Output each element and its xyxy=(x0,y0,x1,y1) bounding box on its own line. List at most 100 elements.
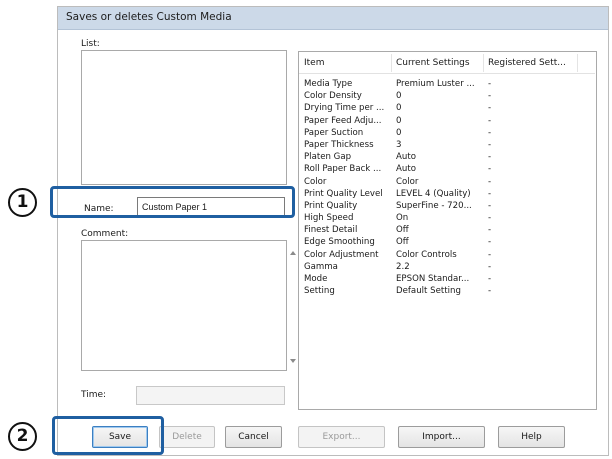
table-row[interactable]: Setting Default Setting - xyxy=(299,285,595,297)
import-button[interactable]: Import... xyxy=(398,426,485,448)
registered-cell: - xyxy=(488,91,492,102)
registered-cell: - xyxy=(488,139,492,150)
table-row[interactable]: Mode EPSON Standar... - xyxy=(299,273,595,285)
registered-cell: - xyxy=(488,188,492,199)
column-divider[interactable] xyxy=(577,54,578,72)
item-cell: Edge Smoothing xyxy=(304,237,375,248)
item-cell: Paper Suction xyxy=(304,127,364,138)
current-cell: Auto xyxy=(396,164,416,175)
custom-media-dialog: Saves or deletes Custom Media List: Name… xyxy=(57,6,609,456)
item-cell: Finest Detail xyxy=(304,225,358,236)
registered-cell: - xyxy=(488,176,492,187)
item-cell: Mode xyxy=(304,274,328,284)
table-row[interactable]: Edge Smoothing Off - xyxy=(299,236,595,248)
item-cell: Drying Time per ... xyxy=(304,103,385,114)
table-row[interactable]: Paper Thickness 3 - xyxy=(299,139,595,151)
current-cell: On xyxy=(396,213,409,224)
table-row[interactable]: Paper Suction 0 - xyxy=(299,127,595,139)
table-row[interactable]: Media Type Premium Luster ... - xyxy=(299,78,595,90)
column-header-registered[interactable]: Registered Sett... xyxy=(488,58,566,68)
item-cell: Gamma xyxy=(304,261,338,272)
dialog-title: Saves or deletes Custom Media xyxy=(66,11,232,23)
time-label: Time: xyxy=(81,390,107,400)
item-cell: Roll Paper Back ... xyxy=(304,164,382,175)
item-cell: Setting xyxy=(304,286,335,297)
current-cell: SuperFine - 720... xyxy=(396,200,472,211)
delete-button[interactable]: Delete xyxy=(159,426,215,448)
registered-cell: - xyxy=(488,274,492,284)
current-cell: 3 xyxy=(396,139,402,150)
table-row[interactable]: Finest Detail Off - xyxy=(299,224,595,236)
current-cell: Off xyxy=(396,225,409,236)
item-cell: Color Density xyxy=(304,91,362,102)
name-field-highlight xyxy=(50,186,295,218)
registered-cell: - xyxy=(488,115,492,126)
current-cell: EPSON Standar... xyxy=(396,274,470,284)
media-list[interactable] xyxy=(81,50,287,185)
item-cell: Platen Gap xyxy=(304,152,352,163)
current-cell: 0 xyxy=(396,115,402,126)
table-row[interactable]: Platen Gap Auto - xyxy=(299,151,595,163)
scroll-up-icon[interactable] xyxy=(290,251,296,255)
current-cell: Default Setting xyxy=(396,286,461,297)
current-cell: LEVEL 4 (Quality) xyxy=(396,188,471,199)
table-header: Item Current Settings Registered Sett... xyxy=(299,52,595,74)
current-cell: 0 xyxy=(396,127,402,138)
settings-table[interactable]: Item Current Settings Registered Sett...… xyxy=(298,51,597,410)
comment-label: Comment: xyxy=(81,229,129,239)
registered-cell: - xyxy=(488,79,492,89)
step-2-marker: 2 xyxy=(8,422,37,451)
registered-cell: - xyxy=(488,225,492,236)
time-field xyxy=(136,386,285,405)
registered-cell: - xyxy=(488,164,492,175)
registered-cell: - xyxy=(488,237,492,248)
table-row[interactable]: Color Color - xyxy=(299,176,595,188)
table-row[interactable]: Print Quality Level LEVEL 4 (Quality) - xyxy=(299,188,595,200)
current-cell: Color xyxy=(396,176,419,187)
export-button[interactable]: Export... xyxy=(298,426,385,448)
table-row[interactable]: Color Density 0 - xyxy=(299,90,595,102)
table-row[interactable]: Paper Feed Adju... 0 - xyxy=(299,115,595,127)
current-cell: 0 xyxy=(396,91,402,102)
item-cell: Color Adjustment xyxy=(304,249,379,260)
table-row[interactable]: High Speed On - xyxy=(299,212,595,224)
table-row[interactable]: Color Adjustment Color Controls - xyxy=(299,249,595,261)
current-cell: 0 xyxy=(396,103,402,114)
save-button-highlight xyxy=(52,416,164,455)
step-1-marker: 1 xyxy=(8,188,37,217)
table-row[interactable]: Roll Paper Back ... Auto - xyxy=(299,163,595,175)
registered-cell: - xyxy=(488,103,492,114)
comment-textarea[interactable] xyxy=(81,240,296,371)
current-cell: Color Controls xyxy=(396,249,457,260)
registered-cell: - xyxy=(488,200,492,211)
item-cell: Print Quality xyxy=(304,200,358,211)
registered-cell: - xyxy=(488,152,492,163)
item-cell: Paper Feed Adju... xyxy=(304,115,382,126)
item-cell: Color xyxy=(304,176,327,187)
column-header-current[interactable]: Current Settings xyxy=(396,58,470,68)
scroll-down-icon[interactable] xyxy=(290,359,296,363)
title-bar: Saves or deletes Custom Media xyxy=(58,7,608,30)
column-divider[interactable] xyxy=(483,54,484,72)
registered-cell: - xyxy=(488,286,492,297)
table-row[interactable]: Drying Time per ... 0 - xyxy=(299,102,595,114)
column-divider[interactable] xyxy=(391,54,392,72)
item-cell: Paper Thickness xyxy=(304,139,374,150)
registered-cell: - xyxy=(488,213,492,224)
help-button[interactable]: Help xyxy=(498,426,565,448)
registered-cell: - xyxy=(488,249,492,260)
registered-cell: - xyxy=(488,127,492,138)
table-row[interactable]: Gamma 2.2 - xyxy=(299,261,595,273)
item-cell: High Speed xyxy=(304,213,354,224)
current-cell: Off xyxy=(396,237,409,248)
list-label: List: xyxy=(81,39,100,49)
current-cell: Premium Luster ... xyxy=(396,79,475,89)
item-cell: Print Quality Level xyxy=(304,188,383,199)
current-cell: Auto xyxy=(396,152,416,163)
registered-cell: - xyxy=(488,261,492,272)
column-header-item[interactable]: Item xyxy=(304,58,325,68)
table-row[interactable]: Print Quality SuperFine - 720... - xyxy=(299,200,595,212)
cancel-button[interactable]: Cancel xyxy=(225,426,282,448)
item-cell: Media Type xyxy=(304,79,353,89)
current-cell: 2.2 xyxy=(396,261,410,272)
